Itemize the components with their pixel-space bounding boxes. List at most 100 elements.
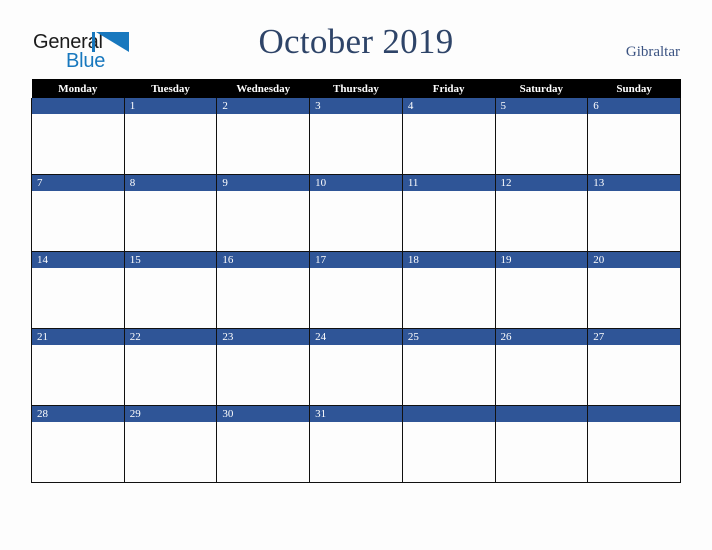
calendar-day-cell[interactable]: 28 xyxy=(31,405,125,483)
calendar-day-cell[interactable] xyxy=(494,405,589,483)
calendar-day-cell[interactable]: 16 xyxy=(216,251,311,329)
calendar-day-cell[interactable]: 23 xyxy=(216,328,311,406)
day-notes-area[interactable] xyxy=(124,114,217,174)
day-cell-inner: 13 xyxy=(588,175,680,251)
day-notes-area[interactable] xyxy=(310,268,402,328)
day-cell-inner: 25 xyxy=(402,329,495,405)
day-notes-area[interactable] xyxy=(310,422,402,482)
day-notes-area[interactable] xyxy=(32,268,124,328)
day-cell-inner: 9 xyxy=(217,175,310,251)
calendar-day-cell[interactable]: 25 xyxy=(401,328,496,406)
day-notes-area[interactable] xyxy=(402,345,495,405)
day-number: 30 xyxy=(217,406,310,422)
page-header: General Blue October 2019 Gibraltar xyxy=(0,0,712,80)
calendar-day-cell[interactable]: 18 xyxy=(401,251,496,329)
calendar-day-cell[interactable]: 5 xyxy=(494,98,589,175)
calendar-day-cell[interactable]: 27 xyxy=(587,328,681,406)
day-notes-area[interactable] xyxy=(310,114,402,174)
calendar-day-cell[interactable]: 7 xyxy=(31,174,125,252)
day-cell-inner: 19 xyxy=(495,252,588,328)
day-notes-area[interactable] xyxy=(124,345,217,405)
day-notes-area[interactable] xyxy=(217,422,310,482)
day-notes-area[interactable] xyxy=(32,422,124,482)
day-notes-area[interactable] xyxy=(495,191,588,251)
day-number: 24 xyxy=(310,329,402,345)
day-notes-area[interactable] xyxy=(588,268,680,328)
day-notes-area[interactable] xyxy=(495,422,588,482)
day-number: 18 xyxy=(402,252,495,268)
calendar-day-cell[interactable]: 29 xyxy=(123,405,218,483)
day-number: 4 xyxy=(402,98,495,114)
calendar-week-row: 14 15 16 17 18 19 20 xyxy=(31,251,681,329)
weekday-header-thursday: Thursday xyxy=(309,79,403,98)
day-notes-area[interactable] xyxy=(495,268,588,328)
calendar-day-cell[interactable]: 19 xyxy=(494,251,589,329)
day-notes-area[interactable] xyxy=(588,422,680,482)
day-notes-area[interactable] xyxy=(588,191,680,251)
day-notes-area[interactable] xyxy=(32,114,124,174)
calendar-day-cell[interactable]: 1 xyxy=(123,98,218,175)
day-notes-area[interactable] xyxy=(588,114,680,174)
calendar-day-cell[interactable] xyxy=(31,98,125,175)
calendar-day-cell[interactable]: 4 xyxy=(401,98,496,175)
day-number: 3 xyxy=(310,98,402,114)
day-notes-area[interactable] xyxy=(124,191,217,251)
calendar-day-cell[interactable]: 6 xyxy=(587,98,681,175)
day-notes-area[interactable] xyxy=(217,114,310,174)
calendar-day-cell[interactable]: 20 xyxy=(587,251,681,329)
day-cell-inner: 23 xyxy=(217,329,310,405)
calendar-day-cell[interactable]: 26 xyxy=(494,328,589,406)
day-number: 5 xyxy=(495,98,588,114)
day-notes-area[interactable] xyxy=(495,114,588,174)
calendar-day-cell[interactable] xyxy=(401,405,496,483)
day-notes-area[interactable] xyxy=(588,345,680,405)
day-notes-area[interactable] xyxy=(402,268,495,328)
calendar-day-cell[interactable] xyxy=(587,405,681,483)
calendar-day-cell[interactable]: 31 xyxy=(309,405,403,483)
day-number: 2 xyxy=(217,98,310,114)
day-notes-area[interactable] xyxy=(217,191,310,251)
day-notes-area[interactable] xyxy=(217,268,310,328)
calendar-day-cell[interactable]: 9 xyxy=(216,174,311,252)
day-cell-inner: 1 xyxy=(124,98,217,174)
day-cell-inner: 8 xyxy=(124,175,217,251)
calendar-day-cell[interactable]: 2 xyxy=(216,98,311,175)
day-number: 14 xyxy=(32,252,124,268)
day-cell-inner: 6 xyxy=(588,98,680,174)
calendar-day-cell[interactable]: 15 xyxy=(123,251,218,329)
weekday-header-friday: Friday xyxy=(402,79,496,98)
day-number xyxy=(402,406,495,422)
day-notes-area[interactable] xyxy=(402,114,495,174)
calendar-day-cell[interactable]: 30 xyxy=(216,405,311,483)
calendar-day-cell[interactable]: 8 xyxy=(123,174,218,252)
calendar-day-cell[interactable]: 21 xyxy=(31,328,125,406)
day-number: 21 xyxy=(32,329,124,345)
day-cell-inner: 4 xyxy=(402,98,495,174)
day-number: 26 xyxy=(495,329,588,345)
day-notes-area[interactable] xyxy=(32,345,124,405)
day-notes-area[interactable] xyxy=(124,268,217,328)
day-notes-area[interactable] xyxy=(495,345,588,405)
day-cell-inner: 3 xyxy=(310,98,402,174)
day-number: 1 xyxy=(124,98,217,114)
calendar-day-cell[interactable]: 17 xyxy=(309,251,403,329)
calendar-day-cell[interactable]: 14 xyxy=(31,251,125,329)
day-cell-inner: 12 xyxy=(495,175,588,251)
calendar-day-cell[interactable]: 22 xyxy=(123,328,218,406)
day-number xyxy=(588,406,680,422)
day-notes-area[interactable] xyxy=(32,191,124,251)
calendar-day-cell[interactable]: 24 xyxy=(309,328,403,406)
day-cell-inner xyxy=(32,98,124,174)
calendar-day-cell[interactable]: 11 xyxy=(401,174,496,252)
day-notes-area[interactable] xyxy=(310,191,402,251)
day-notes-area[interactable] xyxy=(310,345,402,405)
calendar-day-cell[interactable]: 10 xyxy=(309,174,403,252)
calendar-week-row: 21 22 23 24 25 26 27 xyxy=(31,328,681,406)
calendar-day-cell[interactable]: 13 xyxy=(587,174,681,252)
day-notes-area[interactable] xyxy=(402,422,495,482)
day-notes-area[interactable] xyxy=(402,191,495,251)
calendar-day-cell[interactable]: 12 xyxy=(494,174,589,252)
day-notes-area[interactable] xyxy=(124,422,217,482)
day-notes-area[interactable] xyxy=(217,345,310,405)
calendar-day-cell[interactable]: 3 xyxy=(309,98,403,175)
